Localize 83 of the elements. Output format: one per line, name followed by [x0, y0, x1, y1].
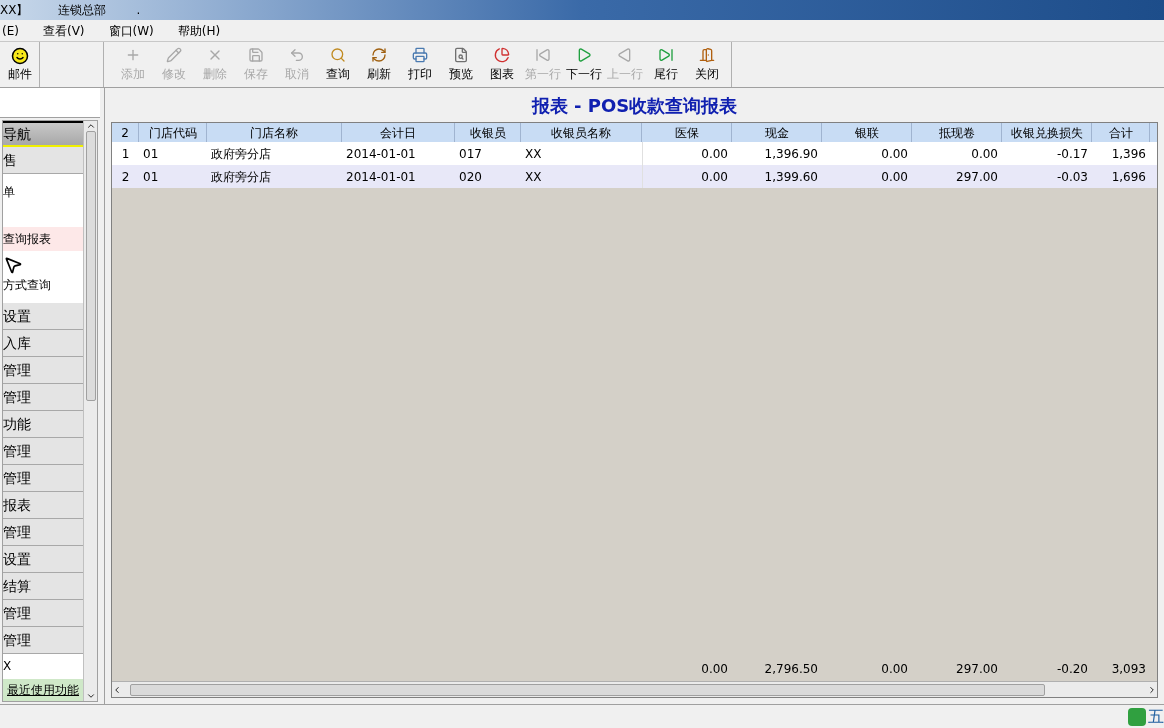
pencil-icon [165, 46, 182, 63]
table-cell-text: 1,396 [1110, 145, 1147, 163]
undo-icon [288, 46, 305, 63]
scroll-up-icon [85, 121, 96, 131]
document-search-icon [452, 46, 469, 63]
table-cell-text: 020 [458, 168, 483, 186]
table-cell-text: 政府旁分店 [210, 145, 272, 163]
skip-forward-icon [657, 46, 674, 63]
toolbar-button[interactable]: 下一行 [563, 46, 604, 83]
back-triangle-icon [616, 46, 633, 63]
table-cell-text: 1,696 [1110, 168, 1147, 186]
menu-item[interactable]: 查看(V) [40, 21, 87, 40]
table-cell-text: 2 [120, 168, 131, 186]
table-cell-text: 017 [458, 145, 483, 163]
total-cell-text: 3,093 [1110, 661, 1147, 678]
ime-indicator[interactable]: 五 [1128, 704, 1164, 728]
sidebar-item[interactable]: 结算 [3, 573, 83, 600]
scroll-right-icon [1147, 684, 1157, 695]
table-cell-text: -0.03 [1055, 168, 1089, 186]
toolbar-button[interactable]: 查询 [317, 46, 358, 83]
input-field[interactable] [0, 88, 100, 118]
scroll-down-icon [85, 691, 96, 701]
window-title: . [136, 2, 141, 19]
table-cell-text: 1,396.90 [763, 145, 819, 163]
table-cell-text: XX [524, 168, 543, 186]
floppy-icon [247, 46, 264, 63]
table-cell-text: XX [524, 145, 543, 163]
toolbar-button[interactable]: 关闭 [686, 46, 727, 83]
scroll-left-icon [112, 684, 122, 695]
sidebar-item[interactable]: 管理 [3, 465, 83, 492]
ime-logo-icon [1128, 707, 1146, 726]
report-title: 报表 - POS收款查询报表 [530, 93, 739, 118]
menu-item[interactable]: 窗口(W) [106, 21, 156, 40]
sidebar-item[interactable]: 管理 [3, 357, 83, 384]
sidebar-item[interactable]: 查询报表 [3, 226, 83, 251]
sidebar-item[interactable]: 设置 [3, 303, 83, 330]
pie-chart-icon [493, 46, 510, 63]
toolbar-button[interactable]: 图表 [481, 46, 522, 83]
table-cell-text: 1,399.60 [763, 168, 819, 186]
sidebar-item[interactable]: 管理 [3, 600, 83, 627]
sidebar-item[interactable]: 报表 [3, 492, 83, 519]
refresh-icon [370, 46, 387, 63]
toolbar-button[interactable]: 打印 [399, 46, 440, 83]
table-cell-text: 0.00 [880, 145, 909, 163]
total-cell-text: -0.20 [1055, 661, 1089, 678]
table-cell-text: 政府旁分店 [210, 168, 272, 186]
table-cell-text: 01 [142, 145, 160, 163]
table-cell-text: -0.17 [1055, 145, 1089, 163]
smiley-icon [10, 46, 29, 65]
sidebar-item[interactable]: 管理 [3, 627, 83, 654]
total-cell-text: 2,796.50 [763, 661, 819, 678]
window-title: 连锁总部 [58, 2, 107, 19]
table-cell-text: 297.00 [955, 168, 999, 186]
menu-item[interactable]: (E) [0, 21, 21, 40]
sidebar-item[interactable]: 设置 [3, 546, 83, 573]
toolbar-button[interactable]: 预览 [440, 46, 481, 83]
sidebar-item[interactable]: 入库 [3, 330, 83, 357]
search-icon [329, 46, 346, 63]
toolbar-button[interactable]: 刷新 [358, 46, 399, 83]
sidebar-item[interactable]: 管理 [3, 384, 83, 411]
toolbar-button[interactable]: 尾行 [645, 46, 686, 83]
table-cell-text: 0.00 [880, 168, 909, 186]
recent-functions-link[interactable]: 最近使用功能 [3, 679, 83, 701]
sidebar-header: 导航 [3, 121, 83, 147]
total-cell-text: 0.00 [880, 661, 909, 678]
table-cell-text: 0.00 [970, 145, 999, 163]
door-icon [698, 46, 715, 63]
table-cell-text: 2014-01-01 [345, 168, 417, 186]
total-cell-text: 297.00 [955, 661, 999, 678]
printer-icon [411, 46, 428, 63]
table-cell-text: 01 [142, 168, 160, 186]
menu-item[interactable]: 帮助(H) [175, 21, 223, 40]
sidebar-item[interactable]: 管理 [3, 519, 83, 546]
sidebar-item[interactable]: 功能 [3, 411, 83, 438]
total-cell-text: 0.00 [700, 661, 729, 678]
sidebar-item[interactable]: 管理 [3, 438, 83, 465]
table-cell: 0.00 [642, 165, 732, 188]
table-cell-text: 1 [120, 145, 131, 163]
skip-back-icon [534, 46, 551, 63]
table-cell-text: 2014-01-01 [345, 145, 417, 163]
mail-button[interactable]: 邮件 [7, 46, 32, 83]
sidebar-item[interactable]: 售 [3, 147, 83, 174]
window-title: XX】 [0, 2, 29, 19]
